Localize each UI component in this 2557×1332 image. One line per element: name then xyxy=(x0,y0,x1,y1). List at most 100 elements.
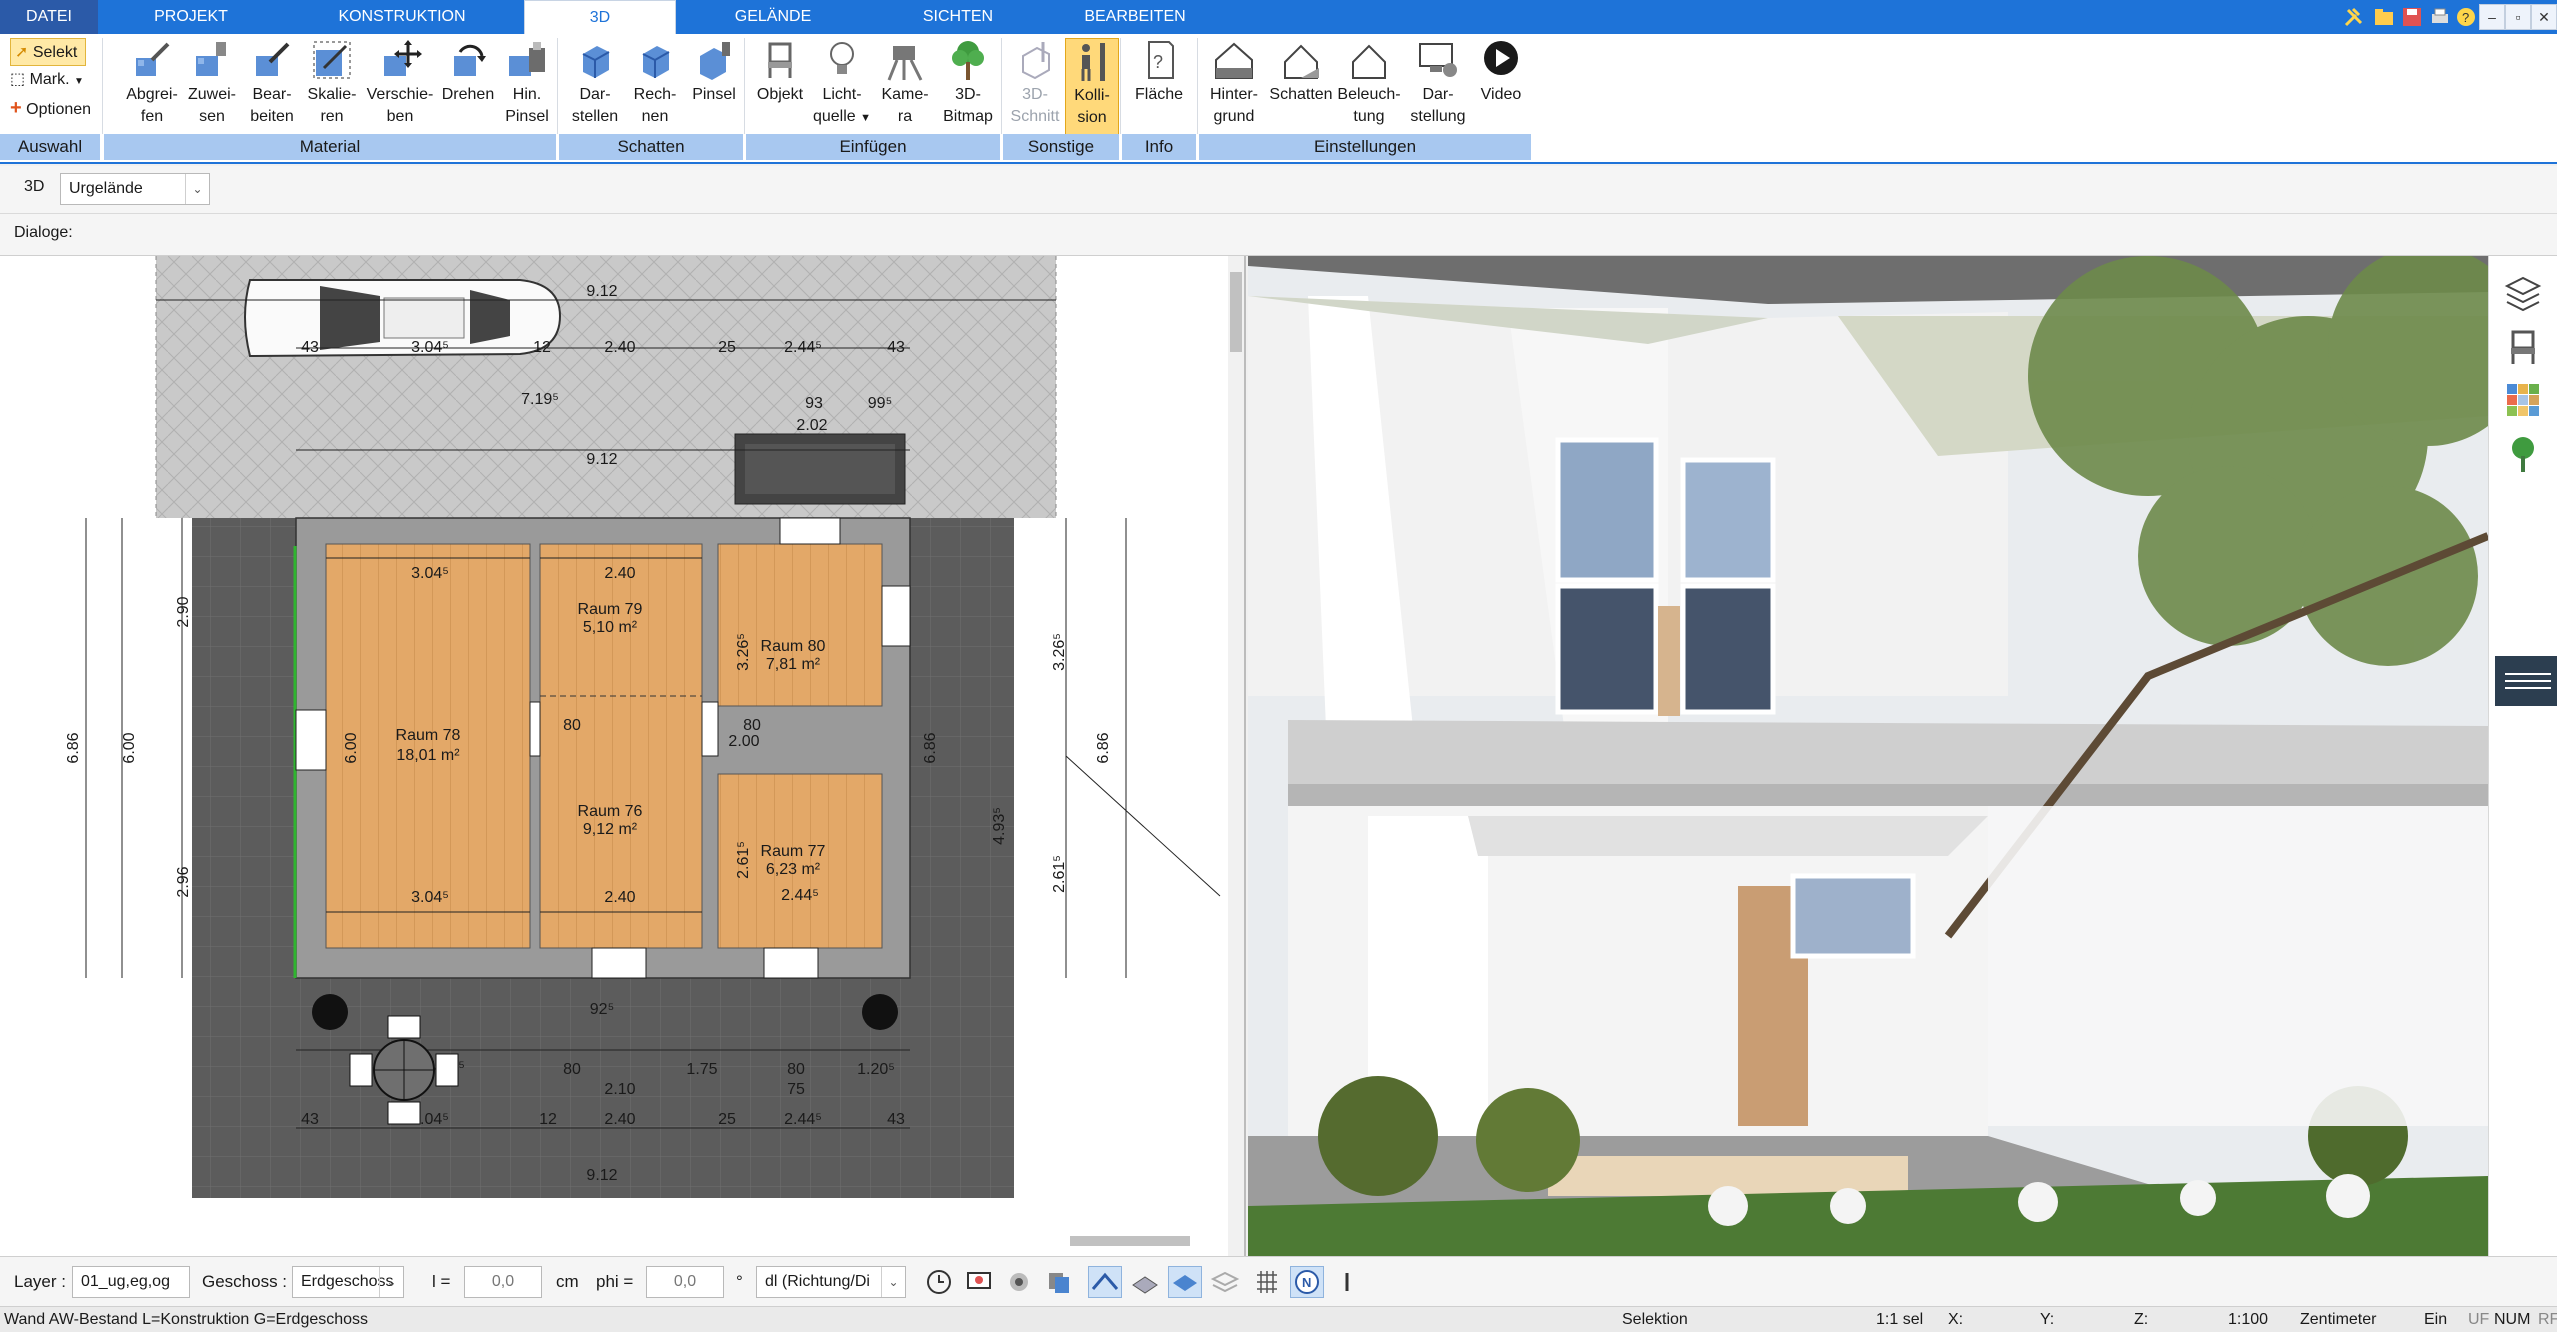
group-label-schatten: Schatten xyxy=(559,134,743,160)
close-button[interactable]: ✕ xyxy=(2531,4,2557,30)
3d-render[interactable] xyxy=(1248,256,2488,1256)
plant-symbol[interactable] xyxy=(862,994,898,1030)
darstellung-button[interactable]: Dar- stellung xyxy=(1403,38,1473,128)
objekt-button[interactable]: Objekt xyxy=(750,38,810,106)
dim-label: 80 xyxy=(563,1061,581,1078)
door-symbol[interactable] xyxy=(529,701,541,757)
drehen-button[interactable]: Drehen xyxy=(438,38,498,106)
horizontal-scrollbar-thumb[interactable] xyxy=(1070,1236,1190,1246)
l-label: l = xyxy=(432,1272,451,1291)
grid-tool[interactable] xyxy=(1250,1266,1284,1298)
3d-view[interactable] xyxy=(1248,256,2488,1256)
schatten-rechnen-button[interactable]: Rech- nen xyxy=(625,38,685,128)
btn-label: Kolli- xyxy=(1074,87,1110,104)
l-unit: cm xyxy=(556,1272,579,1291)
room-area: 9,12 m² xyxy=(583,821,638,838)
save-icon[interactable] xyxy=(2401,6,2423,28)
floor-plan-view[interactable]: Raum 78 18,01 m² Raum 79 5,10 m² Raum 80… xyxy=(0,256,1246,1256)
vertical-scrollbar[interactable] xyxy=(1228,256,1246,1256)
mark-button[interactable]: ⬚ Mark. ▼ xyxy=(10,66,84,94)
length-input[interactable]: 0,0 xyxy=(464,1266,542,1298)
copy-tool[interactable] xyxy=(1042,1266,1076,1298)
kamera-button[interactable]: Kame- ra xyxy=(874,38,936,128)
dim-label: 92⁵ xyxy=(590,1001,614,1018)
scrollbar-thumb[interactable] xyxy=(1230,272,1242,352)
optionen-label: Optionen xyxy=(26,101,92,118)
clock-tool[interactable] xyxy=(922,1266,956,1298)
layer-select[interactable]: 01_ug,eg,og xyxy=(72,1266,190,1298)
chevron-down-icon[interactable]: ⌄ xyxy=(881,1267,905,1297)
selekt-button[interactable]: ➚ Selekt xyxy=(10,38,87,66)
printer-icon[interactable] xyxy=(2429,6,2451,28)
tab-gelaende[interactable]: GELÄNDE xyxy=(676,0,870,34)
hin-pinsel-button[interactable]: Hin. Pinsel xyxy=(498,38,556,128)
monitor-tool[interactable] xyxy=(962,1266,996,1298)
door-symbol[interactable] xyxy=(591,947,647,979)
tab-3d[interactable]: 3D xyxy=(524,0,676,34)
tab-projekt[interactable]: PROJEKT xyxy=(98,0,284,34)
angle-input[interactable]: 0,0 xyxy=(646,1266,724,1298)
layers-tool[interactable] xyxy=(1208,1266,1242,1298)
restore-button[interactable]: ▫ xyxy=(2505,4,2531,30)
tree-icon[interactable] xyxy=(2503,434,2543,474)
bearbeiten-button[interactable]: Bear- beiten xyxy=(242,38,302,128)
btn-label: Hinter- xyxy=(1209,86,1258,103)
collapse-panel-button[interactable] xyxy=(2495,656,2557,706)
plant-symbol[interactable] xyxy=(312,994,348,1030)
surface-tool[interactable] xyxy=(1168,1266,1202,1298)
folder-icon[interactable] xyxy=(2373,6,2395,28)
dim-label: 2.00 xyxy=(728,733,759,750)
kollision-button[interactable]: Kolli- sion xyxy=(1065,38,1119,138)
wall-tool[interactable] xyxy=(1088,1266,1122,1298)
more-tool[interactable] xyxy=(1330,1266,1364,1298)
north-tool[interactable]: N xyxy=(1290,1266,1324,1298)
window-symbol[interactable] xyxy=(295,709,327,771)
schatten-pinsel-button[interactable]: Pinsel xyxy=(685,38,743,106)
floor-plan-canvas[interactable]: Raum 78 18,01 m² Raum 79 5,10 m² Raum 80… xyxy=(0,256,1246,1256)
hintergrund-button[interactable]: Hinter- grund xyxy=(1201,38,1267,128)
btn-label: Hin. xyxy=(512,86,542,103)
schatten-einstellung-button[interactable]: Schatten xyxy=(1267,38,1335,106)
verschieben-button[interactable]: Verschie- ben xyxy=(362,38,438,128)
layers-icon[interactable] xyxy=(2503,272,2543,312)
dim-label: 6.00 xyxy=(343,732,360,763)
btn-label: nen xyxy=(641,108,669,125)
window-symbol[interactable] xyxy=(881,585,911,647)
3d-bitmap-button[interactable]: 3D- Bitmap xyxy=(936,38,1000,128)
tab-konstruktion[interactable]: KONSTRUKTION xyxy=(284,0,520,34)
chevron-down-icon[interactable]: ⌄ xyxy=(379,1267,403,1297)
help-icon[interactable]: ? xyxy=(2455,6,2477,28)
abgreifen-button[interactable]: Abgrei- fen xyxy=(122,38,182,128)
zuweisen-button[interactable]: Zuwei- sen xyxy=(182,38,242,128)
furniture-icon[interactable] xyxy=(2503,326,2543,366)
materials-icon[interactable] xyxy=(2503,380,2543,420)
tab-bearbeiten[interactable]: BEARBEITEN xyxy=(1046,0,1224,34)
terrain-select[interactable]: Urgelände ⌄ xyxy=(60,173,210,205)
room-80[interactable] xyxy=(717,543,883,707)
minimize-button[interactable]: – xyxy=(2479,4,2505,30)
beleuchtung-button[interactable]: Beleuch- tung xyxy=(1335,38,1403,128)
flaeche-button[interactable]: ? Fläche xyxy=(1128,38,1190,106)
tab-sichten[interactable]: SICHTEN xyxy=(870,0,1046,34)
door-symbol[interactable] xyxy=(779,517,841,545)
optionen-button[interactable]: + Optionen xyxy=(10,94,91,122)
geschoss-select[interactable]: Erdgeschoss ⌄ xyxy=(292,1266,404,1298)
door-symbol[interactable] xyxy=(763,947,819,979)
3d-schnitt-button[interactable]: 3D- Schnitt xyxy=(1005,38,1065,128)
tools-icon[interactable] xyxy=(2343,6,2365,28)
schatten-darstellen-button[interactable]: Dar- stellen xyxy=(565,38,625,128)
plus-icon: + xyxy=(10,97,22,119)
hatch-tool[interactable] xyxy=(1128,1266,1162,1298)
direction-select[interactable]: dl (Richtung/Di ⌄ xyxy=(756,1266,906,1298)
snap-tool[interactable] xyxy=(1002,1266,1036,1298)
tab-datei[interactable]: DATEI xyxy=(0,0,98,34)
lichtquelle-button[interactable]: Licht- quelle ▼ xyxy=(810,38,874,129)
rotate-icon xyxy=(454,44,486,76)
video-button[interactable]: Video xyxy=(1473,38,1529,106)
skalieren-button[interactable]: Skalie- ren xyxy=(302,38,362,128)
door-symbol[interactable] xyxy=(701,701,719,757)
car-symbol[interactable] xyxy=(244,279,562,358)
group-einfuegen: Objekt Licht- quelle ▼ Kame- ra 3D- Bitm… xyxy=(746,34,1000,162)
window-3d xyxy=(1555,583,1659,715)
chevron-down-icon[interactable]: ⌄ xyxy=(185,174,209,204)
